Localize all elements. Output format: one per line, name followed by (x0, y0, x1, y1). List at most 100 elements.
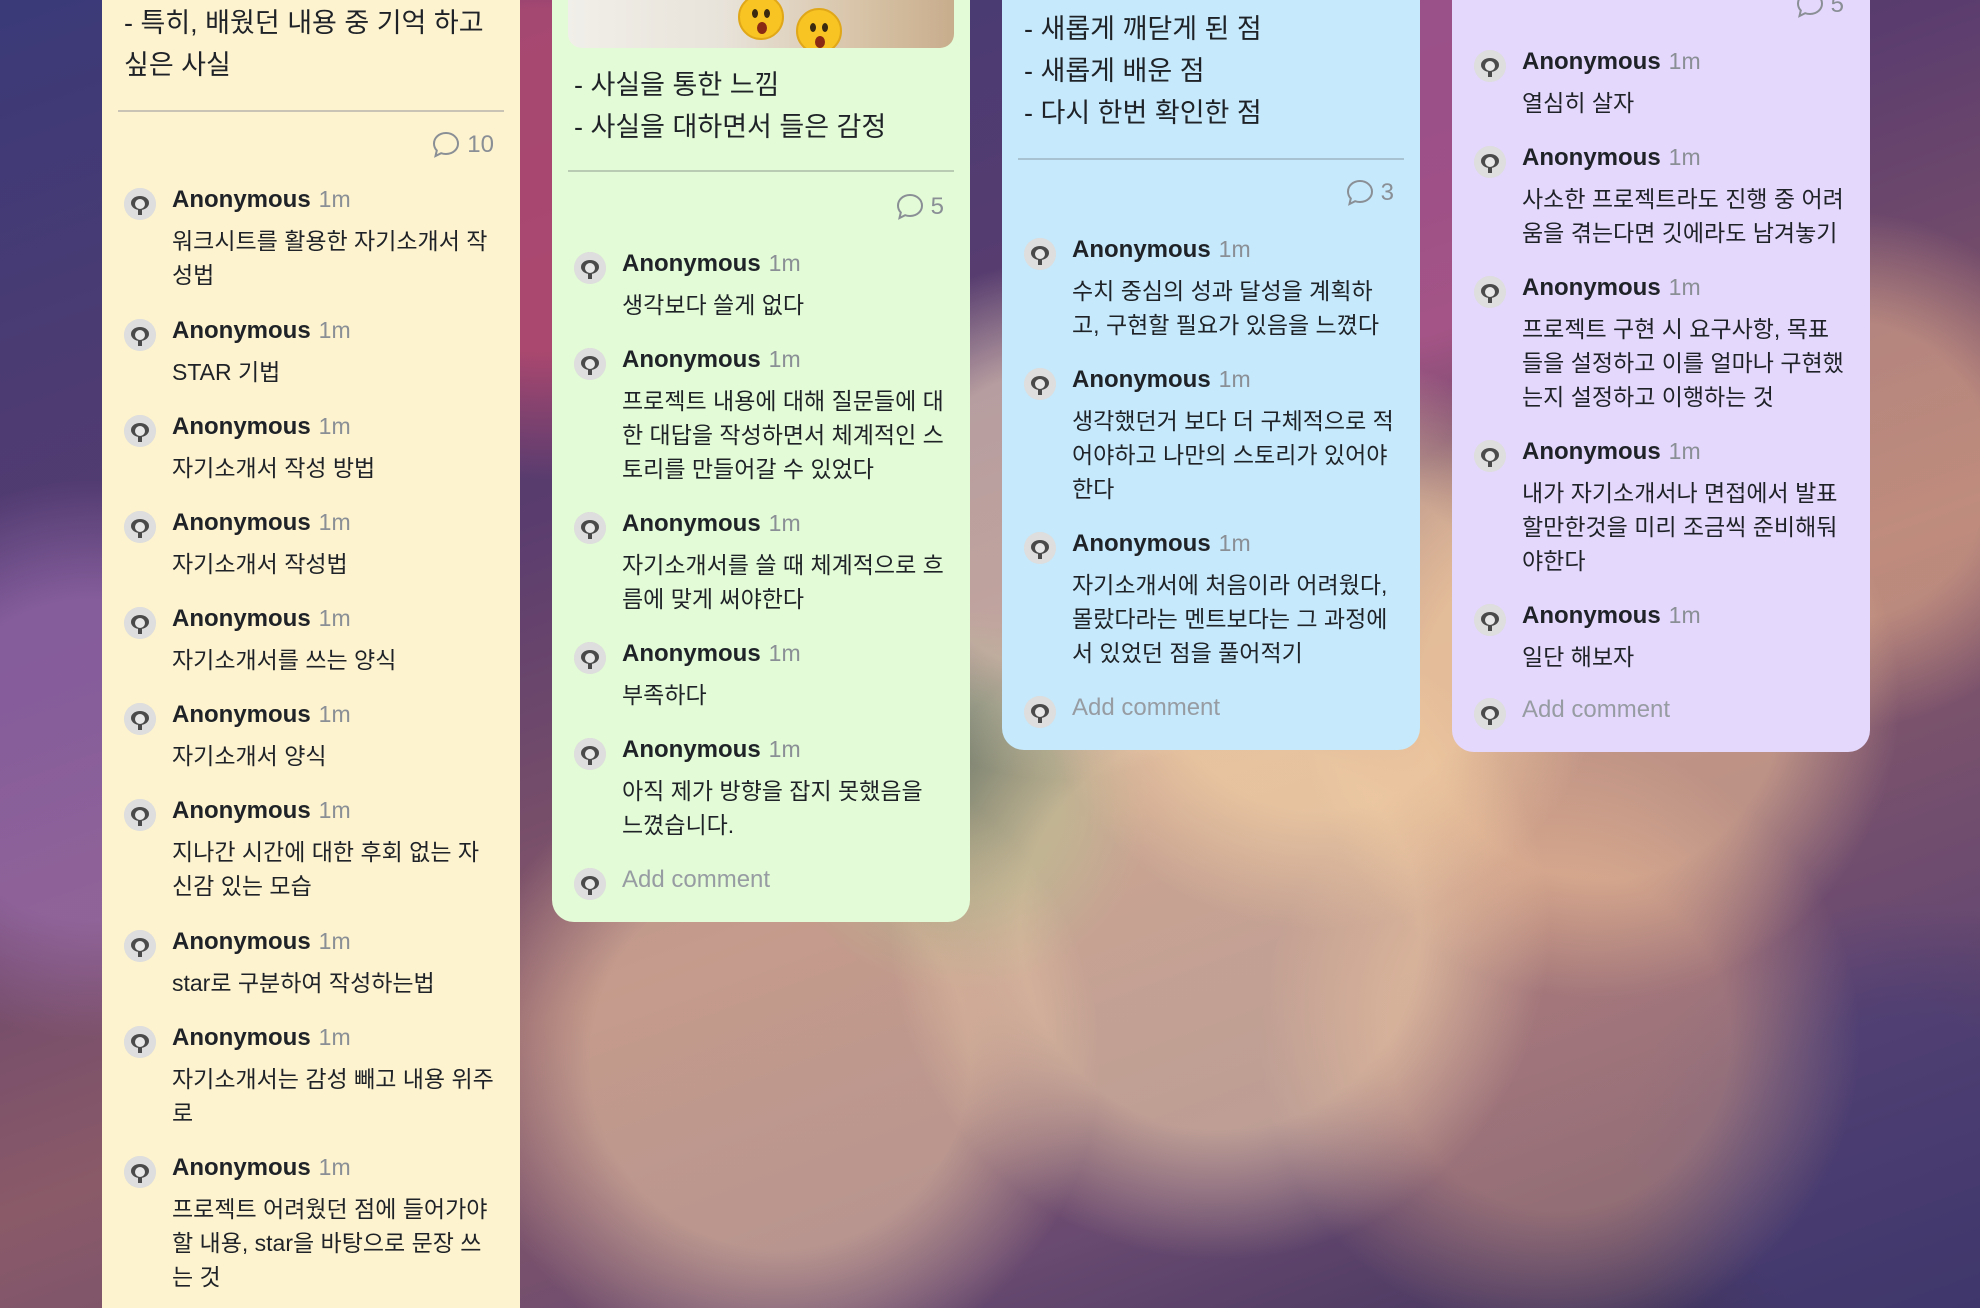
post-body: - 새롭게 깨닫게 된 점 - 새롭게 배운 점 - 다시 한번 확인한 점 (1024, 14, 1262, 128)
anonymous-avatar-icon (574, 642, 606, 674)
anonymous-avatar-icon (124, 799, 156, 831)
comment-author: Anonymous (172, 317, 311, 344)
comment-text: 부족하다 (622, 682, 707, 708)
anonymous-avatar-icon (124, 1026, 156, 1058)
post-image[interactable] (568, 0, 954, 48)
comment-time: 1m (318, 1154, 351, 1180)
comment-author: Anonymous (172, 509, 311, 536)
post-divider (118, 110, 504, 112)
comment-author: Anonymous (622, 640, 761, 667)
comment-author: Anonymous (1072, 530, 1211, 557)
comment-text: 자기소개서 작성 방법 (172, 455, 376, 481)
anonymous-avatar-icon (574, 512, 606, 544)
comment-text: 일단 해보자 (1522, 644, 1635, 670)
anonymous-avatar-icon (1474, 50, 1506, 82)
anonymous-avatar-icon (124, 415, 156, 447)
comment-count[interactable]: 5 (1795, 0, 1844, 20)
comment-time: 1m (1668, 602, 1701, 628)
comment-time: 1m (768, 640, 801, 666)
anonymous-avatar-icon (124, 930, 156, 962)
add-comment-placeholder[interactable]: Add comment (622, 866, 770, 894)
comment-author: Anonymous (1522, 144, 1661, 171)
comment-author: Anonymous (1522, 438, 1661, 465)
speech-bubble-icon (895, 192, 925, 222)
anonymous-avatar-icon (1024, 368, 1056, 400)
comment-time: 1m (1668, 438, 1701, 464)
anonymous-avatar-icon (1474, 698, 1506, 730)
comment-text: STAR 기법 (172, 359, 281, 385)
comment-text: star로 구분하여 작성하는법 (172, 970, 435, 996)
comment-time: 1m (318, 317, 351, 343)
comment-text: 워크시트를 활용한 자기소개서 작성법 (172, 228, 488, 288)
anonymous-avatar-icon (124, 188, 156, 220)
anonymous-avatar-icon (124, 1156, 156, 1188)
comment-text: 프로젝트 내용에 대해 질문들에 대한 대답을 작성하면서 체계적인 스토리를 … (622, 388, 944, 482)
comment-time: 1m (318, 797, 351, 823)
comment-count[interactable]: 5 (895, 192, 944, 222)
post-divider (1018, 158, 1404, 160)
anonymous-avatar-icon (1474, 146, 1506, 178)
comment-count-value: 5 (1830, 0, 1844, 18)
comment-text: 사소한 프로젝트라도 진행 중 어려움을 겪는다면 깃에라도 남겨놓기 (1522, 186, 1844, 246)
anonymous-avatar-icon (124, 607, 156, 639)
post-body: - 특히, 배웠던 내용 중 기억 하고 싶은 사실 (124, 8, 484, 80)
comment-text: 생각보다 쓸게 없다 (622, 292, 805, 318)
comment-author: Anonymous (172, 605, 311, 632)
comment-time: 1m (318, 605, 351, 631)
comment-time: 1m (318, 186, 351, 212)
comment-author: Anonymous (172, 413, 311, 440)
anonymous-avatar-icon (124, 319, 156, 351)
comment-author: Anonymous (172, 701, 311, 728)
comment-text: 자기소개서 양식 (172, 743, 327, 769)
comment-time: 1m (318, 413, 351, 439)
anonymous-avatar-icon (1024, 696, 1056, 728)
surprised-emoji-icon (738, 0, 784, 40)
comment-time: 1m (318, 928, 351, 954)
comment-text: 생각했던거 보다 더 구체적으로 적어야하고 나만의 스토리가 있어야한다 (1072, 408, 1394, 502)
surprised-emoji-icon (796, 8, 842, 48)
anonymous-avatar-icon (574, 252, 606, 284)
comment-count[interactable]: 10 (431, 130, 494, 160)
anonymous-avatar-icon (124, 511, 156, 543)
comment-author: Anonymous (622, 510, 761, 537)
add-comment-placeholder[interactable]: Add comment (1522, 696, 1670, 724)
comment-time: 1m (1668, 144, 1701, 170)
column-post-2: - 사실을 통한 느낌 - 사실을 대하면서 들은 감정 5 Anonymous… (552, 0, 970, 922)
comment-time: 1m (1668, 274, 1701, 300)
comment-time: 1m (318, 509, 351, 535)
comment-time: 1m (318, 701, 351, 727)
comment-text: 수치 중심의 성과 달성을 계획하고, 구현할 필요가 있음을 느꼈다 (1072, 278, 1380, 338)
anonymous-avatar-icon (574, 738, 606, 770)
comment-count-value: 10 (467, 131, 494, 158)
comment-text: 프로젝트 구현 시 요구사항, 목표들을 설정하고 이를 얼마나 구현했는지 설… (1522, 316, 1844, 410)
comment-author: Anonymous (1072, 366, 1211, 393)
comment-count[interactable]: 3 (1345, 178, 1394, 208)
comment-author: Anonymous (622, 346, 761, 373)
comment-count-value: 3 (1380, 179, 1394, 206)
comment-author: Anonymous (622, 250, 761, 277)
comment-time: 1m (318, 1024, 351, 1050)
comment-author: Anonymous (1072, 236, 1211, 263)
anonymous-avatar-icon (574, 348, 606, 380)
add-comment-placeholder[interactable]: Add comment (1072, 694, 1220, 722)
comment-author: Anonymous (1522, 274, 1661, 301)
anonymous-avatar-icon (1474, 604, 1506, 636)
speech-bubble-icon (431, 130, 461, 160)
comment-time: 1m (1218, 530, 1251, 556)
comment-text: 내가 자기소개서나 면접에서 발표할만한것을 미리 조금씩 준비해둬야한다 (1522, 480, 1838, 574)
comment-time: 1m (1218, 236, 1251, 262)
comment-author: Anonymous (172, 1024, 311, 1051)
post-divider (568, 170, 954, 172)
anonymous-avatar-icon (1024, 532, 1056, 564)
anonymous-avatar-icon (124, 703, 156, 735)
comment-author: Anonymous (172, 928, 311, 955)
comment-text: 자기소개서를 쓸 때 체계적으로 흐름에 맞게 써야한다 (622, 552, 944, 612)
comment-time: 1m (768, 510, 801, 536)
comment-author: Anonymous (172, 1154, 311, 1181)
post-body: - 사실을 통한 느낌 - 사실을 대하면서 들은 감정 (574, 70, 887, 142)
comment-text: 아직 제가 방향을 잡지 못했음을 느꼈습니다. (622, 778, 923, 838)
comment-time: 1m (768, 346, 801, 372)
speech-bubble-icon (1795, 0, 1825, 20)
comment-time: 1m (768, 250, 801, 276)
comment-text: 자기소개서에 처음이라 어려웠다, 몰랐다라는 멘트보다는 그 과정에서 있었던… (1072, 572, 1388, 666)
